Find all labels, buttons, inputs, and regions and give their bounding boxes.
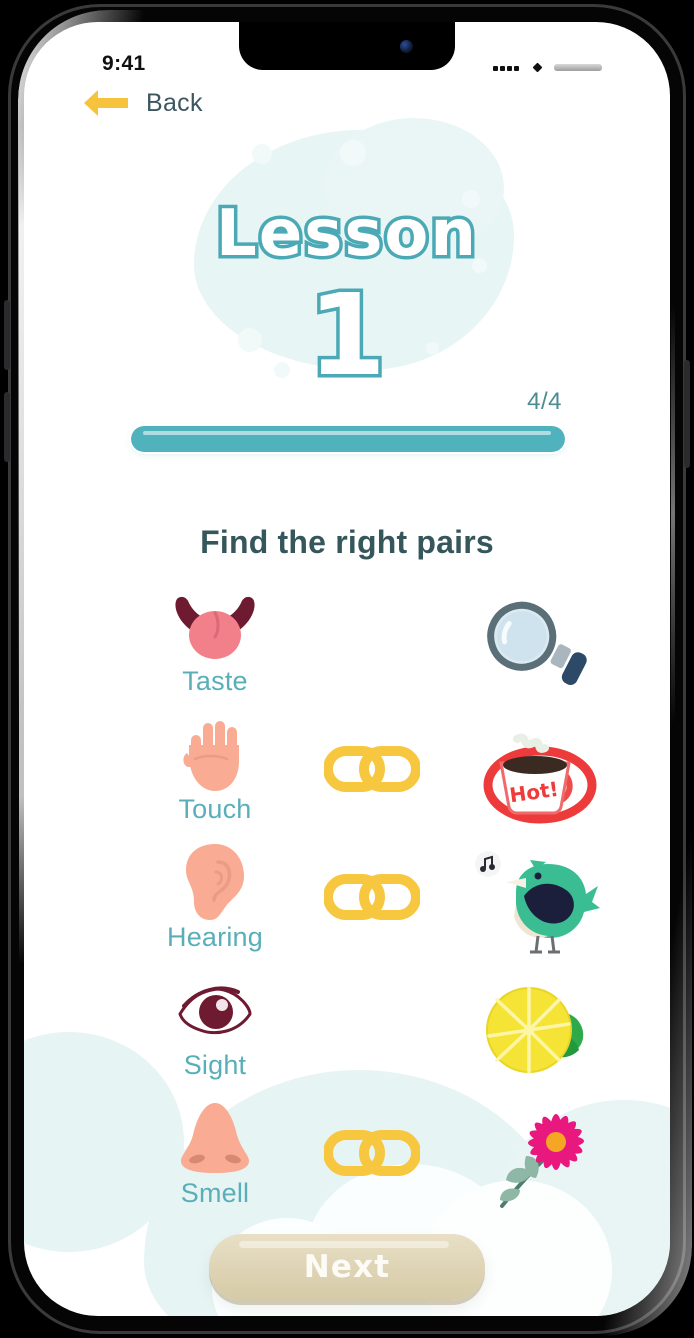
tongue-icon <box>171 588 259 664</box>
link-slot[interactable] <box>296 606 448 676</box>
match-row: Sight <box>24 972 670 1100</box>
back-button[interactable]: Back <box>82 88 203 118</box>
match-row: Touch Hot! <box>24 716 670 844</box>
progress-bar-fill <box>131 426 565 452</box>
status-bar-indicators <box>493 58 602 76</box>
sense-item-smell[interactable]: Smell <box>142 1100 288 1228</box>
ear-icon <box>182 844 248 920</box>
back-button-label: Back <box>146 88 203 117</box>
target-item-lemon[interactable] <box>456 968 624 1088</box>
back-arrow-icon <box>84 90 128 116</box>
eye-icon <box>176 972 254 1048</box>
hot-coffee-cup-icon: Hot! <box>483 733 597 824</box>
magnifying-glass-icon <box>487 601 587 685</box>
link-connector[interactable] <box>296 862 448 932</box>
sense-item-sight[interactable]: Sight <box>142 972 288 1100</box>
target-item-singing-bird[interactable] <box>456 840 624 960</box>
volume-up-button[interactable] <box>4 300 10 370</box>
wifi-icon <box>532 62 543 72</box>
flower-icon <box>500 1114 584 1208</box>
sense-label: Smell <box>180 1178 250 1208</box>
link-connector[interactable] <box>296 734 448 804</box>
sense-item-taste[interactable]: Taste <box>142 588 288 716</box>
nose-icon <box>175 1100 255 1176</box>
battery-icon <box>554 63 602 71</box>
chain-link-icon <box>324 874 420 920</box>
progress-bar <box>131 426 565 452</box>
match-row: Hearing <box>24 844 670 972</box>
chain-link-icon <box>324 746 420 792</box>
phone-notch <box>239 22 455 70</box>
sense-label: Sight <box>183 1050 247 1080</box>
cellular-signal-icon <box>493 58 521 76</box>
power-button[interactable] <box>684 360 690 468</box>
volume-down-button[interactable] <box>4 392 10 462</box>
target-item-flower[interactable] <box>456 1096 624 1216</box>
instruction-text: Find the right pairs <box>200 524 494 560</box>
next-button[interactable]: Next <box>209 1234 485 1300</box>
sense-item-touch[interactable]: Touch <box>142 716 288 844</box>
sense-label: Hearing <box>167 922 263 952</box>
lesson-number: 1 <box>305 271 390 401</box>
lesson-screen: Back Lesson 1 4/4 Find the right pairs T… <box>24 22 670 1316</box>
phone-edge-right-gloss <box>671 304 675 724</box>
target-item-magnifying-glass[interactable] <box>456 584 624 704</box>
page-title: Lesson <box>213 194 480 275</box>
progress-bar-gloss <box>143 431 551 435</box>
progress-count-label: 4/4 <box>527 388 562 415</box>
matching-grid: Taste Touch Hot! Hearing Sight Smell <box>24 588 670 1228</box>
target-item-hot-coffee[interactable]: Hot! <box>456 712 624 832</box>
phone-screen: 9:41 Back Lesson 1 4/4 Find the right pa… <box>24 22 670 1316</box>
link-slot[interactable] <box>296 990 448 1060</box>
match-row: Smell <box>24 1100 670 1228</box>
singing-bird-icon <box>475 851 600 954</box>
chain-link-icon <box>324 1130 420 1176</box>
sense-item-hearing[interactable]: Hearing <box>142 844 288 972</box>
sense-label: Taste <box>182 666 248 696</box>
lemon-icon <box>486 986 584 1074</box>
link-connector[interactable] <box>296 1118 448 1188</box>
match-row: Taste <box>24 588 670 716</box>
front-camera-icon <box>400 40 413 53</box>
status-bar-time: 9:41 <box>102 52 146 75</box>
sense-label: Touch <box>178 794 252 824</box>
hand-icon <box>177 716 253 792</box>
